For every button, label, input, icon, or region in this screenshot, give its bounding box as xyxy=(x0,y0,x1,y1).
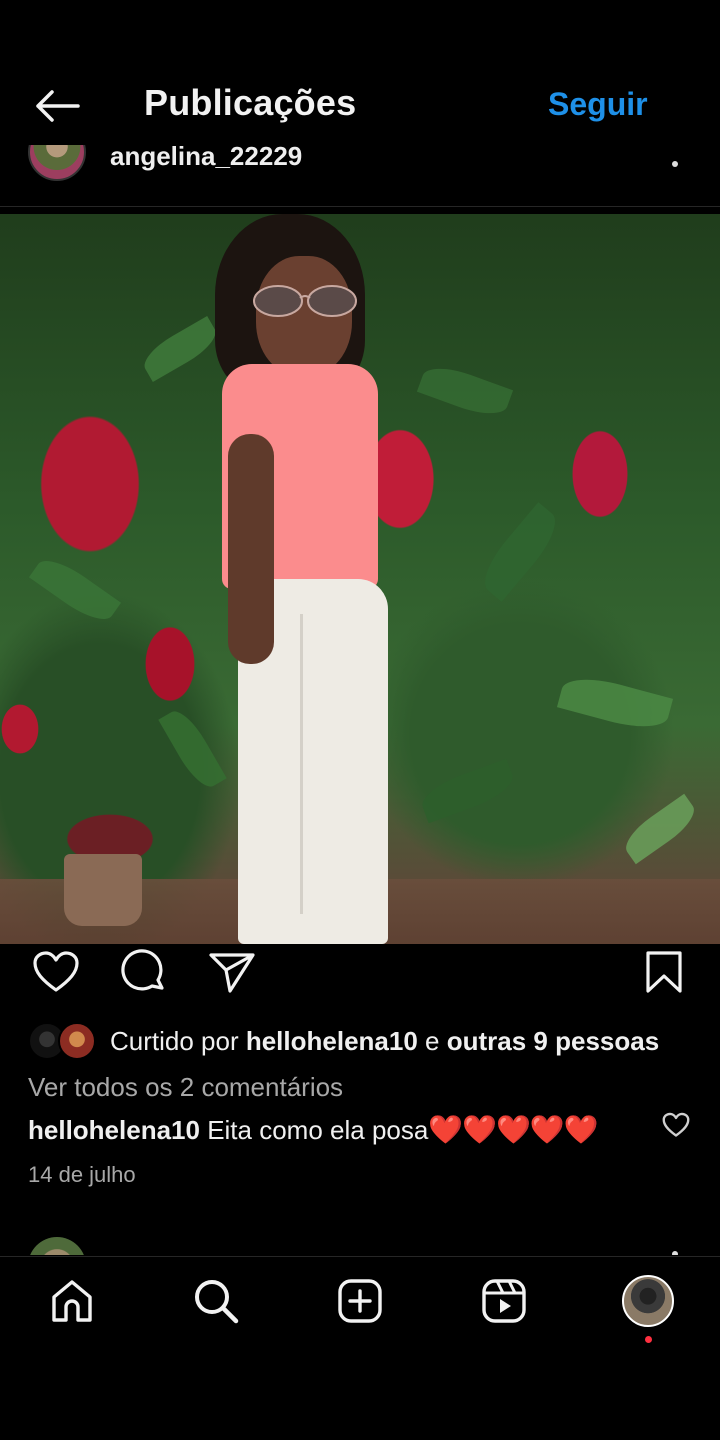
like-button[interactable] xyxy=(32,948,80,996)
comment-emojis: ❤️❤️❤️❤️❤️ xyxy=(428,1114,598,1145)
comment: hellohelena10 Eita como ela posa❤️❤️❤️❤️… xyxy=(28,1113,599,1146)
profile-avatar xyxy=(622,1275,674,1327)
likes-prefix: Curtido por xyxy=(110,1025,246,1056)
post-header: angelina_22229 xyxy=(0,145,720,207)
liker-avatar xyxy=(58,1022,96,1060)
comment-icon xyxy=(121,949,164,991)
nav-create[interactable] xyxy=(334,1275,386,1327)
next-post-header xyxy=(0,1235,720,1255)
next-post-avatar[interactable] xyxy=(28,1237,86,1255)
heart-icon xyxy=(33,951,79,992)
bottom-navigation xyxy=(0,1256,720,1356)
heart-icon xyxy=(662,1112,690,1137)
reels-icon xyxy=(482,1279,526,1323)
post-date: 14 de julho xyxy=(28,1162,136,1187)
page-title: Publicações xyxy=(144,82,357,123)
author-avatar[interactable] xyxy=(28,145,86,181)
author-username[interactable]: angelina_22229 xyxy=(110,145,302,172)
post-actions xyxy=(0,946,720,1006)
back-button[interactable] xyxy=(28,82,84,130)
bookmark-icon xyxy=(646,951,682,993)
likes-summary[interactable]: Curtido por hellohelena10 e outras 9 pes… xyxy=(28,1020,659,1062)
comment-username[interactable]: hellohelena10 xyxy=(28,1115,200,1145)
more-options-icon[interactable] xyxy=(672,161,678,167)
likes-conjunction: e xyxy=(417,1025,447,1056)
top-bar: Publicações Seguir xyxy=(0,0,720,150)
nav-home[interactable] xyxy=(46,1275,98,1327)
comment-text: Eita como ela posa xyxy=(199,1115,429,1145)
notification-dot xyxy=(645,1336,652,1343)
share-button[interactable] xyxy=(208,948,256,996)
plus-square-icon xyxy=(338,1279,382,1323)
follow-button[interactable]: Seguir xyxy=(548,86,648,123)
comment-button[interactable] xyxy=(120,948,168,996)
arrow-left-icon xyxy=(36,90,80,122)
liker-username[interactable]: hellohelena10 xyxy=(246,1026,418,1056)
more-options-icon[interactable] xyxy=(672,1251,678,1255)
others-likes-link[interactable]: outras 9 pessoas xyxy=(447,1026,659,1056)
view-all-comments-link[interactable]: Ver todos os 2 comentários xyxy=(28,1072,343,1103)
nav-profile[interactable] xyxy=(622,1275,674,1327)
home-icon xyxy=(52,1280,92,1322)
post-photo[interactable] xyxy=(0,214,720,944)
nav-reels[interactable] xyxy=(478,1275,530,1327)
paper-plane-icon xyxy=(209,953,255,993)
plant-pot xyxy=(64,854,142,926)
comment-like-button[interactable] xyxy=(662,1112,690,1140)
nav-search[interactable] xyxy=(190,1275,242,1327)
search-icon xyxy=(195,1280,239,1324)
likes-text: Curtido por hellohelena10 e outras 9 pes… xyxy=(110,1026,659,1057)
save-button[interactable] xyxy=(640,948,688,996)
